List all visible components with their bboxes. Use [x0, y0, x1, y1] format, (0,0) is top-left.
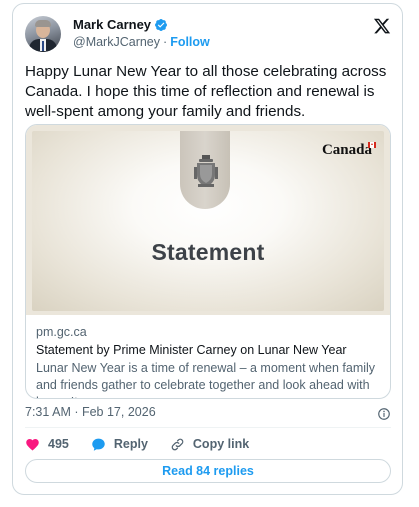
follow-button[interactable]: Follow	[170, 35, 210, 49]
copy-link-label: Copy link	[192, 437, 250, 451]
link-meta: pm.gc.ca Statement by Prime Minister Car…	[36, 324, 380, 398]
copy-link-button[interactable]: Copy link	[170, 437, 249, 452]
canada-flag-icon	[368, 142, 376, 148]
read-replies-button[interactable]: Read 84 replies	[25, 459, 391, 483]
author-name[interactable]: Mark Carney	[73, 17, 151, 32]
verified-badge-icon	[155, 18, 168, 31]
author-name-row: Mark Carney	[73, 17, 168, 32]
link-preview-image: Canada Statement	[26, 125, 390, 315]
link-title: Statement by Prime Minister Carney on Lu…	[36, 343, 347, 357]
tweet-timestamp[interactable]: 7:31 AM · Feb 17, 2026	[25, 405, 156, 419]
tweet-header: Mark Carney @MarkJCarney · Follow	[25, 13, 391, 57]
x-logo-icon[interactable]	[373, 17, 391, 35]
link-domain: pm.gc.ca	[36, 325, 87, 339]
like-count: 495	[48, 437, 69, 451]
author-avatar[interactable]	[25, 16, 61, 52]
canada-crest-icon	[194, 155, 218, 187]
divider	[25, 427, 391, 428]
heart-icon	[26, 438, 39, 450]
link-preview-card[interactable]: Canada Statement pm.gc.ca Statement by P…	[25, 124, 391, 399]
author-handle[interactable]: @MarkJCarney	[73, 35, 160, 49]
canada-wordmark: Canada	[321, 142, 372, 158]
action-bar: 495 Reply Copy link	[25, 435, 271, 453]
link-icon	[171, 438, 184, 450]
timestamp-row: 7:31 AM · Feb 17, 2026	[25, 405, 391, 421]
preview-heading: Statement	[151, 239, 265, 265]
reply-button[interactable]: Reply	[91, 437, 148, 452]
author-handle-row: @MarkJCarney · Follow	[73, 35, 210, 49]
reply-label: Reply	[113, 437, 148, 451]
separator-dot: ·	[163, 35, 168, 49]
reply-bubble-icon	[92, 438, 105, 451]
tweet-embed-card: Mark Carney @MarkJCarney · Follow Happy …	[12, 3, 403, 495]
like-button[interactable]: 495	[25, 437, 69, 452]
info-icon[interactable]	[377, 407, 391, 421]
tweet-text: Happy Lunar New Year to all those celebr…	[25, 63, 387, 120]
link-description: Lunar New Year is a time of renewal – a …	[36, 361, 376, 398]
